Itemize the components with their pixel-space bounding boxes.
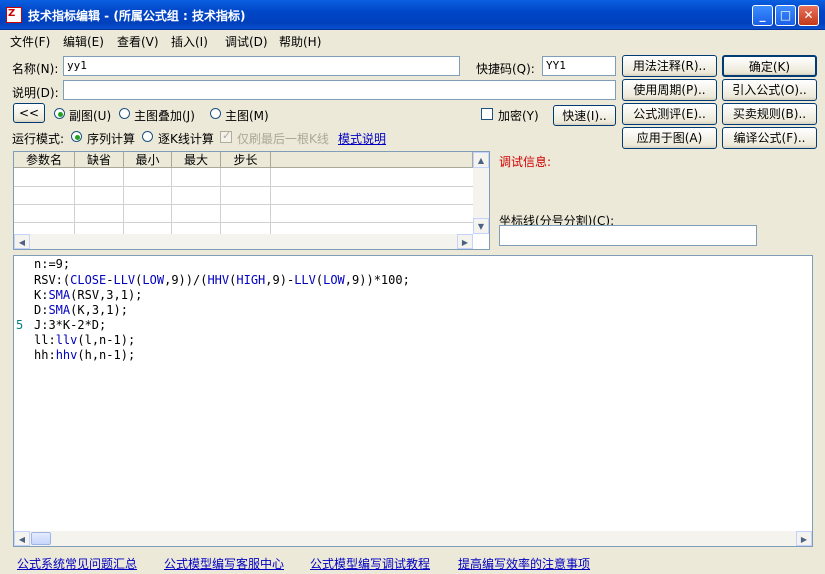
desc-label: 说明(D):: [12, 86, 59, 100]
ok-button[interactable]: 确定(K): [722, 55, 817, 77]
menu-edit[interactable]: 编辑(E): [63, 33, 104, 50]
grid-line: [14, 222, 473, 223]
shortcut-label: 快捷码(Q):: [476, 62, 535, 76]
radio-sequence[interactable]: [71, 131, 82, 142]
window-title: 技术指标编辑 - (所属公式组 : 技术指标): [28, 9, 246, 23]
radio-mainchart-label: 主图(M): [225, 109, 269, 123]
th-filler: [271, 152, 473, 168]
radio-kline[interactable]: [142, 131, 153, 142]
scroll-left-icon[interactable]: ◀: [14, 234, 30, 249]
debug-tutorial-link[interactable]: 公式模型编写调试教程: [310, 555, 430, 572]
quick-button[interactable]: 快速(I)..: [553, 105, 616, 126]
compile-formula-button[interactable]: 编译公式(F)..: [722, 127, 817, 149]
grid-col: [74, 168, 75, 234]
th-step: 步长: [221, 152, 271, 168]
last-kline-checkbox[interactable]: [220, 129, 232, 143]
maximize-button[interactable]: □: [775, 5, 796, 26]
coord-line-field[interactable]: [499, 225, 757, 246]
faq-link[interactable]: 公式系统常见问题汇总: [17, 555, 137, 572]
formula-test-button[interactable]: 公式测评(E)..: [622, 103, 717, 125]
apply-chart-button[interactable]: 应用于图(A): [622, 127, 717, 149]
editor-hscrollbar[interactable]: ◀ ▶: [14, 531, 812, 546]
collapse-button[interactable]: <<: [13, 103, 45, 123]
grid-col: [270, 168, 271, 234]
scroll-up-icon[interactable]: ▲: [473, 152, 489, 168]
support-center-link[interactable]: 公式模型编写客服中心: [164, 555, 284, 572]
last-kline-label: 仅刷最后一根K线: [237, 132, 329, 146]
menu-debug[interactable]: 调试(D): [225, 33, 268, 50]
code-line-6: ll:llv(l,n-1);: [34, 333, 136, 347]
radio-main-overlay-label: 主图叠加(J): [134, 109, 195, 123]
import-formula-button[interactable]: 引入公式(O)..: [722, 79, 817, 101]
th-min: 最小: [124, 152, 172, 168]
menu-view[interactable]: 查看(V): [117, 33, 159, 50]
th-max: 最大: [172, 152, 221, 168]
menu-help[interactable]: 帮助(H): [279, 33, 321, 50]
name-label: 名称(N):: [12, 62, 59, 76]
trade-rules-button[interactable]: 买卖规则(B)..: [722, 103, 817, 125]
debug-info-label: 调试信息:: [499, 155, 552, 169]
grid-col: [123, 168, 124, 234]
name-field[interactable]: yy1: [63, 56, 460, 76]
line-number-marker: 5: [16, 318, 24, 332]
desc-field[interactable]: [63, 80, 616, 100]
minimize-button[interactable]: _: [752, 5, 773, 26]
shortcut-field[interactable]: YY1: [542, 56, 616, 76]
mode-help-link[interactable]: 模式说明: [338, 130, 386, 147]
chart-app-icon[interactable]: Z: [6, 7, 22, 23]
menu-insert[interactable]: 插入(I): [171, 33, 208, 50]
editor-scroll-thumb[interactable]: [31, 532, 51, 545]
grid-col: [171, 168, 172, 234]
params-table[interactable]: 参数名 缺省 最小 最大 步长 ▲ ▼ ◀ ▶: [13, 151, 490, 250]
radio-main-overlay[interactable]: [119, 108, 130, 119]
radio-subchart-label: 副图(U): [69, 109, 112, 123]
radio-kline-label: 逐K线计算: [158, 132, 214, 146]
radio-sequence-label: 序列计算: [87, 132, 136, 146]
period-button[interactable]: 使用周期(P)..: [622, 79, 717, 101]
code-line-4: D:SMA(K,3,1);: [34, 303, 128, 317]
grid-line: [14, 204, 473, 205]
efficiency-tips-link[interactable]: 提高编写效率的注意事项: [458, 555, 590, 572]
close-button[interactable]: ✕: [798, 5, 819, 26]
encrypt-checkbox[interactable]: [481, 108, 493, 120]
grid-line: [14, 186, 473, 187]
editor-scroll-left-icon[interactable]: ◀: [14, 531, 30, 546]
vertical-scrollbar[interactable]: ▲ ▼: [473, 152, 489, 234]
formula-editor[interactable]: n:=9; RSV:(CLOSE-LLV(LOW,9))/(HHV(HIGH,9…: [13, 255, 813, 547]
code-line-2: RSV:(CLOSE-LLV(LOW,9))/(HHV(HIGH,9)-LLV(…: [34, 273, 410, 287]
horizontal-scrollbar[interactable]: ◀ ▶: [14, 234, 473, 249]
radio-subchart[interactable]: [54, 108, 65, 119]
grid-col: [220, 168, 221, 234]
code-line-3: K:SMA(RSV,3,1);: [34, 288, 143, 302]
encrypt-label: 加密(Y): [498, 109, 539, 123]
menu-file[interactable]: 文件(F): [10, 33, 50, 50]
th-param-name: 参数名: [14, 152, 75, 168]
editor-scroll-right-icon[interactable]: ▶: [796, 531, 812, 546]
code-line-1: n:=9;: [34, 257, 71, 271]
code-line-5: J:3*K-2*D;: [34, 318, 107, 332]
scroll-right-icon[interactable]: ▶: [457, 234, 473, 249]
mode-label: 运行模式:: [12, 132, 65, 146]
usage-notes-button[interactable]: 用法注释(R)..: [622, 55, 717, 77]
th-default: 缺省: [75, 152, 124, 168]
scroll-down-icon[interactable]: ▼: [473, 218, 489, 234]
radio-mainchart[interactable]: [210, 108, 221, 119]
code-line-7: hh:hhv(h,n-1);: [34, 348, 136, 362]
